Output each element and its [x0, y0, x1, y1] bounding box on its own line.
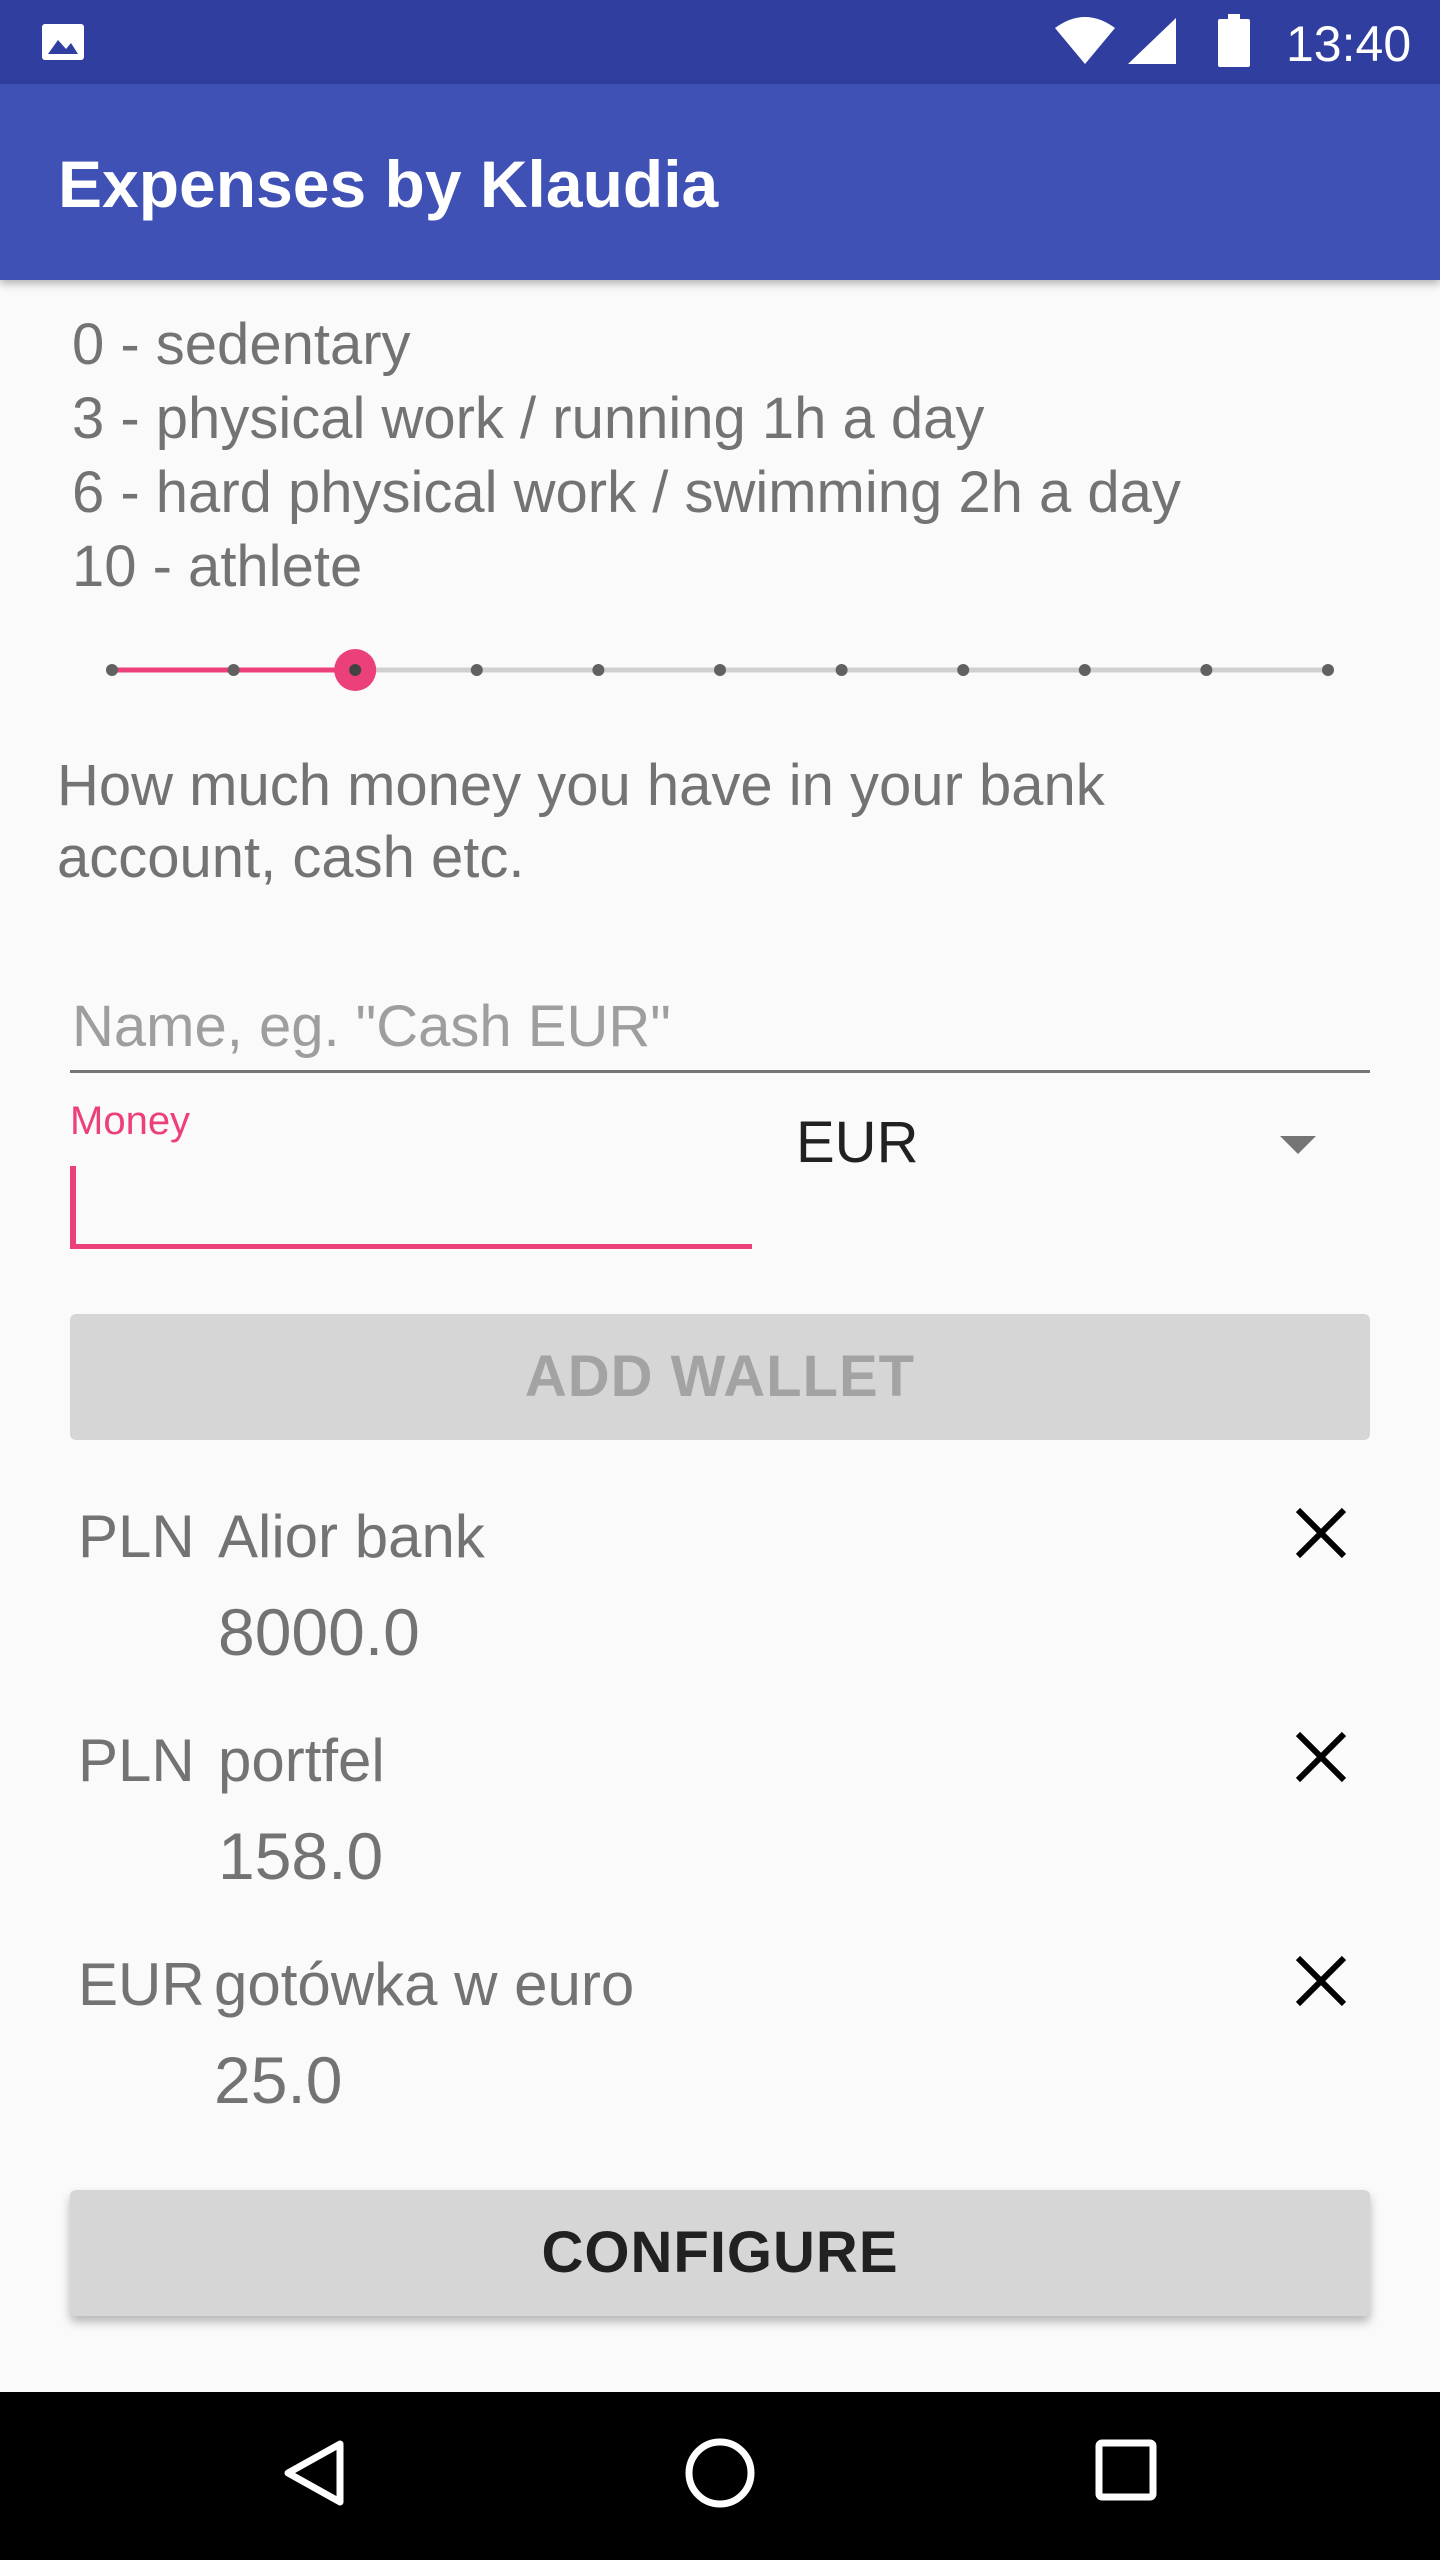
activity-scale-line: 6 - hard physical work / swimming 2h a d… [72, 460, 1181, 525]
wallet-currency: PLN [78, 1503, 195, 1570]
currency-dropdown[interactable]: EUR [796, 1100, 1346, 1190]
money-label: Money [70, 1099, 191, 1143]
activity-scale-line: 10 - athlete [72, 534, 363, 599]
wallet-name: Alior bank [218, 1503, 485, 1570]
slider-tick [957, 664, 970, 676]
wallet-amount: 25.0 [214, 2043, 343, 2117]
app-title: Expenses by Klaudia [58, 147, 719, 221]
wallet-name-placeholder: Name, eg. "Cash EUR" [72, 994, 671, 1059]
activity-level-slider[interactable] [0, 630, 1440, 710]
recents-icon[interactable] [1094, 2438, 1158, 2502]
configure-button[interactable]: CONFIGURE [70, 2190, 1370, 2316]
battery-icon [1218, 14, 1250, 67]
wallet-currency: PLN [78, 1727, 195, 1794]
wallet-list-item: PLN Alior bank 8000.0 [0, 1502, 1440, 1702]
money-input[interactable] [70, 1166, 752, 1249]
slider-tick [592, 664, 605, 676]
wallet-currency: EUR [78, 1951, 205, 2018]
slider-tick [835, 664, 848, 676]
activity-scale-line: 3 - physical work / running 1h a day [72, 386, 985, 451]
main-content[interactable]: 0 - sedentary 3 - physical work / runnin… [0, 280, 1440, 2392]
image-icon [42, 24, 84, 60]
activity-scale-description: 0 - sedentary 3 - physical work / runnin… [72, 308, 1181, 604]
close-icon[interactable] [1290, 1950, 1352, 2012]
currency-selected-value: EUR [796, 1110, 919, 1175]
wallet-amount: 8000.0 [218, 1595, 420, 1669]
wallet-prompt: How much money you have in your bank acc… [57, 753, 1105, 890]
home-icon[interactable] [682, 2435, 758, 2511]
status-time: 13:40 [1286, 16, 1412, 72]
navigation-bar [0, 2392, 1440, 2560]
wallet-amount: 158.0 [218, 1819, 384, 1893]
close-icon[interactable] [1290, 1726, 1352, 1788]
text-cursor [70, 1166, 76, 1244]
add-wallet-button[interactable]: ADD WALLET [70, 1314, 1370, 1440]
activity-scale-line: 0 - sedentary [72, 312, 411, 377]
wallet-list-item: PLN portfel 158.0 [0, 1726, 1440, 1926]
slider-tick [1322, 664, 1334, 676]
slider-tick [1200, 664, 1213, 676]
slider-thumb-center [349, 664, 362, 676]
back-icon[interactable] [282, 2438, 346, 2508]
dropdown-arrow-icon [1280, 1136, 1316, 1154]
signal-icon [1128, 18, 1176, 64]
wifi-icon [1055, 17, 1115, 64]
wallet-name-input[interactable]: Name, eg. "Cash EUR" [70, 980, 1370, 1073]
slider-tick [714, 664, 726, 676]
slider-tick [106, 664, 118, 676]
wallet-list-item: EUR gotówka w euro 25.0 [0, 1950, 1440, 2150]
app-bar: Expenses by Klaudia [0, 84, 1440, 280]
slider-tick [227, 664, 240, 676]
status-bar: 13:40 [0, 0, 1440, 84]
slider-tick [470, 664, 483, 676]
wallet-name: gotówka w euro [214, 1951, 635, 2018]
wallet-name: portfel [218, 1727, 385, 1794]
close-icon[interactable] [1290, 1502, 1352, 1564]
slider-tick [1078, 664, 1091, 676]
